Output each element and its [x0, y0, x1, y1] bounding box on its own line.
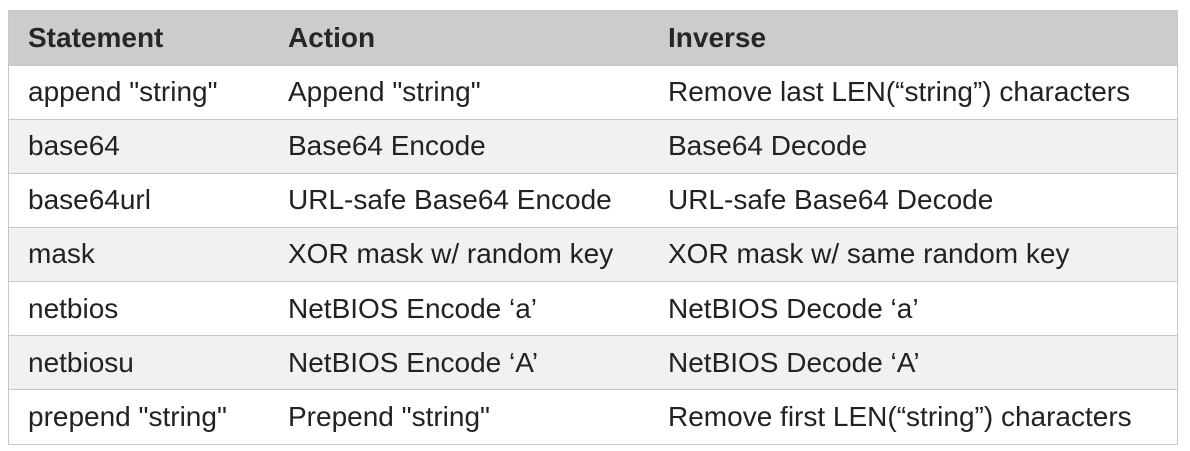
cell-action: NetBIOS Encode ‘a’ — [288, 292, 538, 324]
cell-statement: prepend "string" — [28, 401, 227, 433]
cell-inverse: Base64 Decode — [668, 130, 868, 162]
cell-statement: netbios — [28, 292, 119, 324]
header-inverse: Inverse — [668, 21, 767, 53]
cell-statement: base64 — [28, 130, 120, 162]
cell-statement: append "string" — [28, 76, 218, 108]
cell-statement: netbiosu — [28, 346, 134, 378]
cell-statement: base64url — [28, 184, 151, 216]
cell-inverse: Remove first LEN(“string”) characters — [668, 401, 1132, 433]
cell-statement: mask — [28, 238, 95, 270]
cell-inverse: NetBIOS Decode ‘a’ — [668, 292, 919, 324]
table-row: append "string" Append "string" Remove l… — [9, 65, 1177, 120]
cell-inverse: NetBIOS Decode ‘A’ — [668, 346, 920, 378]
table-row: netbios NetBIOS Encode ‘a’ NetBIOS Decod… — [9, 281, 1177, 336]
header-action: Action — [288, 21, 376, 53]
table-row: base64url URL-safe Base64 Encode URL-saf… — [9, 173, 1177, 228]
table-header-row: Statement Action Inverse — [9, 11, 1177, 65]
cell-action: NetBIOS Encode ‘A’ — [288, 346, 539, 378]
cell-action: Prepend "string" — [288, 401, 490, 433]
header-statement: Statement — [28, 21, 164, 53]
table-row: base64 Base64 Encode Base64 Decode — [9, 119, 1177, 174]
cell-action: Append "string" — [288, 76, 481, 108]
table-row: mask XOR mask w/ random key XOR mask w/ … — [9, 227, 1177, 282]
cell-action: URL-safe Base64 Encode — [288, 184, 612, 216]
table-row: prepend "string" Prepend "string" Remove… — [9, 389, 1177, 444]
cell-inverse: XOR mask w/ same random key — [668, 238, 1070, 270]
cell-inverse: Remove last LEN(“string”) characters — [668, 76, 1131, 108]
statement-table-container: Statement Action Inverse append "string"… — [8, 10, 1178, 445]
table-row: netbiosu NetBIOS Encode ‘A’ NetBIOS Deco… — [9, 335, 1177, 390]
statement-table: Statement Action Inverse append "string"… — [9, 11, 1177, 444]
cell-action: XOR mask w/ random key — [288, 238, 614, 270]
cell-action: Base64 Encode — [288, 130, 486, 162]
cell-inverse: URL-safe Base64 Decode — [668, 184, 994, 216]
